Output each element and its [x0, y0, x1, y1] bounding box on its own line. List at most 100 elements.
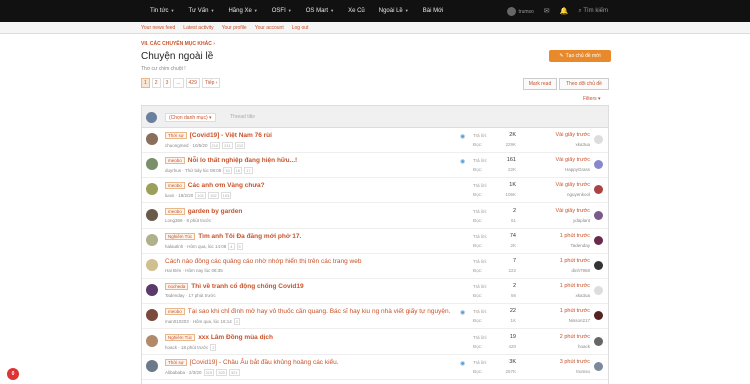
thread-page-link[interactable]: 17	[244, 167, 253, 175]
nav-item[interactable]: Tư Vấn ▼	[188, 8, 222, 14]
notification-badge-button[interactable]: 0	[7, 368, 19, 380]
avatar[interactable]	[146, 133, 158, 145]
thread-prefix[interactable]: meobo	[165, 157, 185, 165]
thread-prefix[interactable]: meobo	[165, 182, 185, 190]
filters-button[interactable]: Filters ▾	[583, 96, 601, 102]
avatar[interactable]	[146, 359, 158, 372]
thread-page-link[interactable]: 16	[233, 167, 243, 175]
thread-page-link[interactable]: 321	[228, 368, 240, 376]
thread-page-link[interactable]: 2	[233, 318, 241, 326]
thread-title-link[interactable]: xxx Lâm Đồng mùa dịch	[198, 334, 273, 341]
avatar[interactable]	[594, 261, 603, 270]
thread-author-date[interactable]: Alibababa · 2/3/20	[165, 370, 202, 375]
thread-title-input[interactable]: Thread title	[230, 114, 255, 120]
subnav-link[interactable]: Your profile	[222, 25, 247, 31]
nav-item[interactable]: Ngoài Lề ▼	[379, 8, 417, 14]
last-post-user[interactable]: ydaplant	[527, 218, 590, 223]
last-post-user[interactable]: Tadenday	[527, 243, 590, 248]
thread-author-date[interactable]: halautinh · Hôm qua, lúc 14:08	[165, 244, 226, 249]
thread-page-link[interactable]: 210	[209, 142, 221, 149]
thread-author-date[interactable]: duyrhus · Thứ bảy lúc 08:05	[165, 168, 221, 173]
avatar[interactable]	[146, 208, 158, 221]
page-link[interactable]: ...	[173, 78, 184, 88]
avatar[interactable]	[146, 259, 158, 271]
thread-author-date[interactable]: chuongmed · 10/5/20	[165, 143, 208, 148]
last-post-user[interactable]: dinh7968	[527, 268, 590, 273]
avatar[interactable]	[594, 311, 603, 321]
last-post-user[interactable]: nguyenkool	[527, 192, 590, 197]
thread-prefix[interactable]: meobo	[165, 207, 185, 215]
thread-title-link[interactable]: [Covid19] - Việt Nam 76 rùi	[190, 132, 272, 139]
subnav-link[interactable]: Latest activity	[183, 25, 213, 31]
avatar[interactable]	[146, 309, 158, 322]
avatar[interactable]	[146, 334, 158, 347]
nav-item[interactable]: Tin tức ▼	[150, 8, 182, 14]
thread-prefix[interactable]: nocheda	[165, 283, 189, 291]
thread-title-link[interactable]: [Covid19] - Châu Âu bắt đầu khủng hoảng …	[190, 359, 339, 366]
last-post-time[interactable]: 1 phút trước	[527, 233, 590, 239]
thread-page-link[interactable]: 15	[223, 167, 232, 175]
page-link[interactable]: 3	[162, 78, 172, 88]
page-link[interactable]: 429	[185, 78, 200, 88]
thread-prefix[interactable]: Nghiêm Túc	[165, 232, 196, 240]
nav-item[interactable]: Bài Mới	[423, 8, 452, 14]
avatar[interactable]	[146, 158, 158, 171]
breadcrumb[interactable]: VII. CÁC CHUYÊN MỤC KHÁC ›	[141, 41, 215, 47]
last-post-user[interactable]: trumso	[527, 369, 590, 374]
thread-page-link[interactable]: 4	[228, 242, 235, 250]
thread-title-link[interactable]: garden by garden	[188, 208, 243, 215]
thread-title-link[interactable]: Tìm anh Tôi Đa đăng mới phở 17.	[198, 233, 301, 240]
thread-page-link[interactable]: 102	[207, 192, 219, 200]
nav-item[interactable]: Hãng Xe ▼	[228, 8, 265, 14]
page-link[interactable]: 2	[151, 78, 161, 88]
avatar[interactable]	[146, 233, 158, 246]
thread-page-link[interactable]: 212	[234, 142, 246, 149]
avatar[interactable]	[594, 160, 603, 170]
thread-author-date[interactable]: Tadenday · 17 phút trước	[165, 293, 216, 298]
user-menu[interactable]: trumso	[506, 6, 534, 16]
thread-title-link[interactable]: Nỗi lo thất nghiệp đang hiện hữu...!	[188, 157, 297, 164]
thread-page-link[interactable]: 103	[220, 192, 232, 200]
subnav-link[interactable]: Your account	[255, 25, 284, 31]
thread-prefix[interactable]: Nghiêm Túc	[165, 333, 196, 341]
category-select[interactable]: (Chọn danh mục) ▾	[165, 113, 216, 122]
avatar[interactable]	[594, 135, 603, 144]
thread-title-link[interactable]: Tại sao khi chỉ đình mở hay vô thuốc cần…	[188, 308, 451, 315]
thread-prefix[interactable]: Thời sự	[165, 132, 187, 139]
last-post-time[interactable]: Vài giây trước	[527, 132, 591, 138]
page-link[interactable]: 1	[141, 78, 150, 88]
nav-item[interactable]: OS Mart ▼	[306, 8, 342, 14]
avatar[interactable]	[146, 284, 158, 297]
subnav-link[interactable]: Your news feed	[141, 25, 175, 31]
search-button[interactable]: ⌕ Tìm kiếm	[578, 8, 608, 15]
thread-page-link[interactable]: 2	[210, 343, 217, 351]
bell-icon[interactable]: 🔔	[560, 7, 569, 15]
new-thread-button[interactable]: ✎ Tạo chủ đề mới	[549, 50, 611, 62]
mark-read-button[interactable]: Mark read	[523, 78, 557, 90]
last-post-user[interactable]: Nisson217	[527, 318, 590, 323]
nav-item[interactable]: Xe Cũ	[348, 8, 373, 14]
last-post-user[interactable]: hoack	[527, 344, 590, 349]
subnav-link[interactable]: Log out	[292, 25, 309, 31]
last-post-user[interactable]: xka3ua	[527, 142, 590, 147]
thread-prefix[interactable]: Thời sự	[165, 358, 187, 366]
thread-author-date[interactable]: luoxi · 19/2/20	[165, 193, 193, 198]
avatar[interactable]	[594, 235, 603, 245]
thread-author-date[interactable]: man010203 · Hôm qua, lúc 16:14	[165, 319, 232, 324]
last-post-time[interactable]: Vài giây trước	[527, 208, 591, 214]
avatar[interactable]	[594, 336, 603, 346]
thread-page-link[interactable]: 320	[216, 368, 227, 376]
last-post-time[interactable]: Vài giây trước	[527, 182, 591, 188]
last-post-user[interactable]: xka3ua	[527, 293, 590, 298]
last-post-time[interactable]: 1 phút trước	[527, 308, 590, 314]
thread-author-date[interactable]: hoack · 18 phút trước	[165, 345, 208, 350]
thread-page-link[interactable]: 211	[222, 142, 233, 149]
last-post-time[interactable]: 2 phút trước	[527, 334, 590, 340]
avatar[interactable]	[594, 185, 603, 195]
thread-author-date[interactable]: Hai Đèn · Hôm nay lúc 08:35	[165, 268, 223, 273]
nav-item[interactable]: OSFI ▼	[272, 8, 300, 14]
avatar[interactable]	[594, 361, 603, 371]
thread-page-link[interactable]: 101	[195, 192, 206, 200]
last-post-user[interactable]: HappyGrass	[527, 167, 590, 172]
next-page-button[interactable]: Tiếp ›	[201, 78, 221, 88]
